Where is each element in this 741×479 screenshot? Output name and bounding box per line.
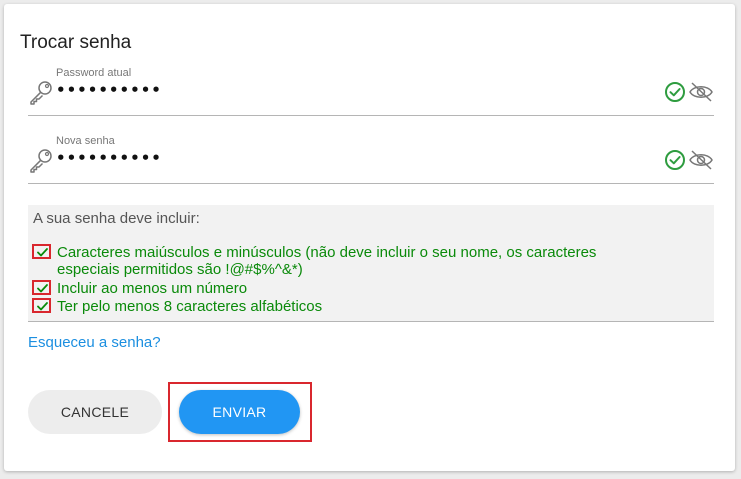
new-password-field[interactable]: Nova senha •••••••••• <box>28 135 714 184</box>
rule-text: Incluir ao menos um número <box>57 280 248 297</box>
change-password-dialog: Trocar senha Password atual •••••••••• N… <box>4 4 735 471</box>
new-password-input[interactable]: •••••••••• <box>56 149 162 167</box>
key-icon <box>30 149 52 173</box>
eye-slash-icon[interactable] <box>688 148 714 172</box>
checkmark-icon <box>32 298 51 313</box>
password-rules-title: A sua senha deve incluir: <box>33 210 200 227</box>
submit-button[interactable]: ENVIAR <box>179 390 300 434</box>
password-rules-box: A sua senha deve incluir: Caracteres mai… <box>28 205 714 322</box>
rule-text: Caracteres maiúsculos e minúsculos (não … <box>57 244 596 278</box>
rule-text-line: Caracteres maiúsculos e minúsculos (não … <box>57 244 597 261</box>
new-password-label: Nova senha <box>56 135 115 147</box>
current-password-input[interactable]: •••••••••• <box>56 81 162 99</box>
rule-text-line: especiais permitidos são !@#$%^&*) <box>57 261 303 278</box>
current-password-label: Password atual <box>56 67 132 79</box>
check-circle-icon <box>665 150 685 170</box>
checkmark-icon <box>32 280 51 295</box>
rule-text: Ter pelo menos 8 caracteres alfabéticos <box>57 298 323 315</box>
checkmark-icon <box>32 244 51 259</box>
check-circle-icon <box>665 82 685 102</box>
eye-slash-icon[interactable] <box>688 80 714 104</box>
key-icon <box>30 81 52 105</box>
forgot-password-link[interactable]: Esqueceu a senha? <box>28 334 161 351</box>
current-password-field[interactable]: Password atual •••••••••• <box>28 67 714 116</box>
dialog-title: Trocar senha <box>20 32 132 53</box>
cancel-button[interactable]: CANCELE <box>28 390 162 434</box>
